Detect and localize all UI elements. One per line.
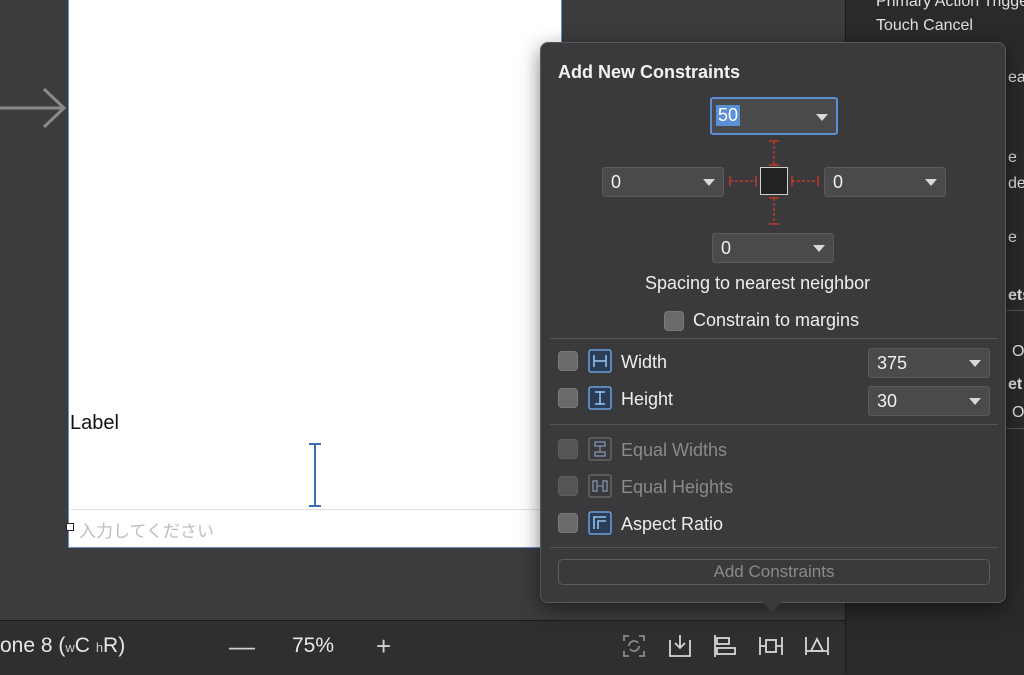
resolve-issues-icon[interactable] <box>803 632 831 660</box>
equal-widths-label: Equal Widths <box>621 440 728 460</box>
spacing-label: Spacing to nearest neighbor <box>645 273 871 293</box>
text-cursor-icon <box>309 443 321 507</box>
width-value-field[interactable]: 375 <box>868 348 990 378</box>
chevron-down-icon[interactable] <box>969 360 981 367</box>
resize-handle[interactable] <box>66 523 74 531</box>
equal-widths-checkbox[interactable] <box>558 439 578 459</box>
zoom-level[interactable]: 75% <box>292 634 334 658</box>
trailing-strut-icon[interactable] <box>790 171 820 191</box>
entry-point-arrow-icon <box>0 87 67 129</box>
chevron-down-icon[interactable] <box>816 114 828 121</box>
inspector-fragment: de <box>1008 175 1024 192</box>
trailing-spacing-value: 0 <box>833 172 844 192</box>
chevron-down-icon[interactable] <box>813 245 825 252</box>
width-checkbox[interactable] <box>558 351 578 371</box>
divider <box>550 338 998 339</box>
aspect-ratio-icon <box>588 511 612 535</box>
width-value: 375 <box>877 353 908 373</box>
equal-heights-checkbox[interactable] <box>558 476 578 496</box>
align-icon[interactable] <box>711 632 739 660</box>
embed-in-icon[interactable] <box>666 632 694 660</box>
top-strut-icon[interactable] <box>764 139 784 167</box>
leading-spacing-field[interactable]: 0 <box>602 167 724 197</box>
height-label: Height <box>621 389 674 409</box>
chevron-down-icon[interactable] <box>703 179 715 186</box>
inspector-divider <box>1006 428 1024 429</box>
equal-widths-icon <box>588 437 612 461</box>
constrain-margins-checkbox[interactable] <box>664 311 684 331</box>
bottom-spacing-field[interactable]: 0 <box>712 233 834 263</box>
selected-view-square <box>760 167 788 195</box>
height-constraint-icon <box>588 386 612 410</box>
bottom-strut-icon[interactable] <box>764 195 784 227</box>
device-name: one 8 <box>0 634 53 657</box>
device-selector[interactable]: one 8 (wC hR) <box>0 634 125 658</box>
height-value: 30 <box>877 391 898 411</box>
constrain-margins-label: Constrain to margins <box>693 310 860 330</box>
text-field-placeholder: 入力してください <box>79 522 214 541</box>
leading-strut-icon[interactable] <box>728 171 758 191</box>
divider <box>550 547 998 548</box>
inspector-fragment: e <box>1008 149 1017 166</box>
zoom-in-button[interactable]: + <box>376 633 391 659</box>
add-constraints-button[interactable]: Add Constraints <box>558 559 990 585</box>
inspector-fragment: ea <box>1008 69 1024 86</box>
equal-heights-icon <box>588 474 612 498</box>
aspect-ratio-label: Aspect Ratio <box>621 514 724 534</box>
zoom-out-button[interactable]: — <box>229 633 255 659</box>
inspector-fragment: O <box>1012 404 1024 421</box>
equal-heights-label: Equal Heights <box>621 477 734 497</box>
top-spacing-value: 50 <box>716 105 741 126</box>
update-frames-icon[interactable] <box>620 632 648 660</box>
size-class-w-value: C <box>74 634 90 657</box>
popover-title: Add New Constraints <box>558 62 741 82</box>
add-constraints-icon[interactable] <box>757 632 785 660</box>
size-class-h-value: R <box>103 634 119 657</box>
width-label: Width <box>621 352 668 372</box>
bottom-spacing-value: 0 <box>721 238 732 258</box>
divider <box>550 424 998 425</box>
size-class-w: w <box>65 640 75 655</box>
size-class-h: h <box>95 640 104 655</box>
chevron-down-icon[interactable] <box>925 179 937 186</box>
inspector-item-touch-cancel[interactable]: Touch Cancel <box>876 17 973 35</box>
inspector-fragment: O <box>1012 343 1024 360</box>
aspect-ratio-checkbox[interactable] <box>558 513 578 533</box>
popover-arrow <box>759 598 785 612</box>
inspector-fragment: ets <box>1008 287 1024 304</box>
chevron-down-icon[interactable] <box>969 398 981 405</box>
width-constraint-icon <box>588 349 612 373</box>
inspector-item-primary-action[interactable]: Primary Action Triggered <box>876 0 1024 11</box>
height-value-field[interactable]: 30 <box>868 386 990 416</box>
trailing-spacing-field[interactable]: 0 <box>824 167 946 197</box>
inspector-fragment: et <box>1008 376 1023 393</box>
top-spacing-field[interactable]: 50 <box>710 97 838 135</box>
label-element[interactable]: Label <box>70 412 119 435</box>
height-checkbox[interactable] <box>558 388 578 408</box>
inspector-divider <box>1006 310 1024 311</box>
inspector-fragment: e <box>1008 229 1017 246</box>
leading-spacing-value: 0 <box>611 172 622 192</box>
